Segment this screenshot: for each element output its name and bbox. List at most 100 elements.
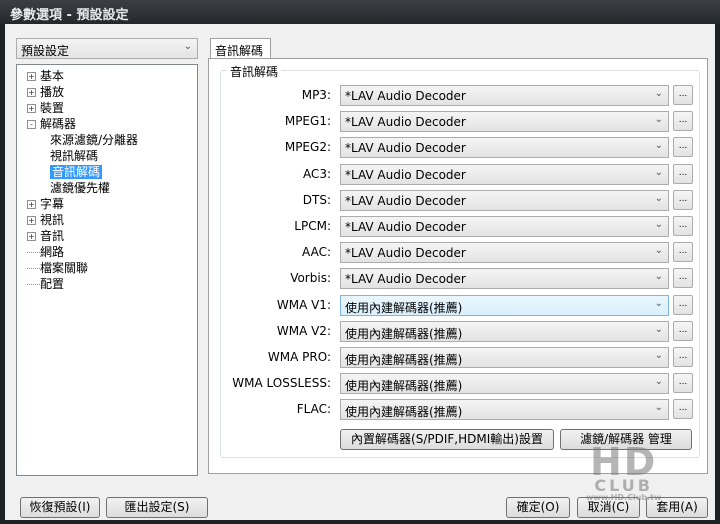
tree-item-label: 解碼器	[40, 117, 77, 131]
chevron-down-icon: ⌄	[654, 350, 663, 361]
codec-label: FLAC:	[296, 402, 331, 417]
decoder-select-value: 使用內建解碼器(推薦)	[345, 405, 463, 420]
decoder-select-value: 使用內建解碼器(推薦)	[345, 326, 463, 341]
decoder-select-value: *LAV Audio Decoder	[345, 167, 466, 182]
expand-icon[interactable]: +	[27, 88, 36, 97]
tree-item-label: 基本	[40, 69, 65, 83]
decoder-select[interactable]: *LAV Audio Decoder ⌄	[340, 189, 669, 211]
decoder-options-button[interactable]: ...	[673, 294, 693, 315]
codec-label: LPCM:	[294, 219, 331, 233]
tree-item[interactable]: - 解碼器	[27, 116, 76, 132]
chevron-down-icon: ⌄	[654, 114, 663, 126]
tree-item-label: 檔案關聯	[40, 261, 89, 275]
decoder-select[interactable]: *LAV Audio Decoder ⌄	[340, 111, 669, 133]
decoder-select[interactable]: 使用內建解碼器(推薦) ⌄	[340, 320, 669, 342]
decoder-options-button[interactable]: ...	[673, 189, 693, 210]
decoder-options-button[interactable]: ...	[673, 268, 693, 289]
tree-item[interactable]: + 音訊	[27, 228, 64, 244]
chevron-down-icon: ⌄	[183, 41, 192, 52]
tree-item[interactable]: 檔案關聯	[27, 260, 88, 276]
profile-select[interactable]: 預設設定 ⌄	[16, 38, 198, 59]
tree-line	[27, 284, 40, 285]
chevron-down-icon: ⌄	[654, 376, 663, 388]
settings-tree[interactable]: + 基本 + 播放 + 裝置 - 解碼器 來源濾鏡/分離器 視訊解碼 音訊解碼 濾鏡優先權 + 字幕 + 視訊…	[16, 64, 198, 476]
tree-item-label: 來源濾鏡/分離器	[50, 133, 139, 147]
tree-item[interactable]: + 視訊	[27, 212, 64, 228]
tree-item-label: 裝置	[40, 101, 65, 115]
restore-defaults-button[interactable]: 恢復預設(I)	[20, 497, 100, 518]
codec-label: DTS:	[302, 192, 331, 207]
ok-button[interactable]: 確定(O)	[506, 497, 570, 518]
expand-icon[interactable]: +	[27, 200, 36, 209]
codec-label: MP3:	[301, 88, 331, 102]
tree-line	[27, 268, 40, 269]
decoder-options-button[interactable]: ...	[673, 373, 693, 394]
decoder-options-button[interactable]: ...	[673, 85, 693, 105]
tab-audio-decoder[interactable]: 音訊解碼	[210, 38, 271, 59]
chevron-down-icon: ⌄	[654, 402, 663, 414]
decoder-select-value: *LAV Audio Decoder	[345, 115, 466, 130]
filter-manager-button[interactable]: 濾鏡/解碼器 管理	[560, 429, 692, 450]
decoder-options-button[interactable]: ...	[673, 347, 693, 367]
tree-item[interactable]: 來源濾鏡/分離器	[50, 132, 138, 148]
tree-item[interactable]: + 基本	[27, 68, 64, 84]
decoder-select-value: *LAV Audio Decoder	[345, 141, 466, 156]
decoder-select[interactable]: *LAV Audio Decoder ⌄	[340, 163, 669, 185]
decoder-select[interactable]: 使用內建解碼器(推薦) ⌄	[340, 294, 669, 316]
tree-item[interactable]: 配置	[27, 276, 64, 292]
codec-label: AAC:	[302, 245, 331, 260]
codec-label: AC3:	[302, 166, 331, 181]
tree-item-label: 字幕	[40, 197, 65, 211]
group-title: 音訊解碼	[227, 63, 282, 80]
chevron-down-icon: ⌄	[654, 271, 663, 283]
expand-icon[interactable]: +	[27, 232, 36, 241]
tree-item[interactable]: 濾鏡優先權	[50, 180, 110, 196]
decoder-options-button[interactable]: ...	[673, 242, 693, 263]
chevron-down-icon: ⌄	[654, 192, 663, 204]
tree-item[interactable]: 網路	[27, 244, 64, 260]
tree-item-label: 播放	[40, 85, 65, 99]
audio-decoder-group: 音訊解碼 MP3: *LAV Audio Decoder ⌄... MPEG1: *LA…	[220, 63, 700, 458]
decoder-options-button[interactable]: ...	[673, 216, 693, 236]
tree-item[interactable]: + 播放	[27, 84, 64, 100]
decoder-select[interactable]: *LAV Audio Decoder ⌄	[340, 137, 669, 159]
decoder-select[interactable]: *LAV Audio Decoder ⌄	[340, 216, 669, 237]
codec-label: WMA LOSSLESS:	[232, 376, 331, 391]
codec-label: MPEG2:	[284, 140, 331, 155]
builtin-decoder-settings-button[interactable]: 內置解碼器(S/PDIF,HDMI輸出)設置	[340, 429, 554, 450]
window-title: 參數選項 - 預設設定	[0, 0, 720, 24]
profile-select-value: 預設設定	[21, 44, 70, 58]
tree-item[interactable]: + 字幕	[27, 196, 64, 212]
collapse-icon[interactable]: -	[27, 120, 36, 129]
chevron-down-icon: ⌄	[654, 140, 663, 152]
decoder-options-button[interactable]: ...	[673, 163, 693, 184]
tree-item-label: 視訊解碼	[50, 149, 99, 163]
tree-line	[27, 252, 40, 253]
export-settings-button[interactable]: 匯出設定(S)	[106, 497, 208, 518]
decoder-select[interactable]: 使用內建解碼器(推薦) ⌄	[340, 373, 669, 395]
expand-icon[interactable]: +	[27, 72, 36, 81]
expand-icon[interactable]: +	[27, 104, 36, 113]
tree-item[interactable]: 視訊解碼	[50, 148, 98, 164]
decoder-select-value: *LAV Audio Decoder	[345, 272, 466, 287]
expand-icon[interactable]: +	[27, 216, 36, 225]
decoder-options-button[interactable]: ...	[673, 137, 693, 158]
decoder-select[interactable]: 使用內建解碼器(推薦) ⌄	[340, 399, 669, 421]
decoder-select-value: *LAV Audio Decoder	[345, 193, 466, 208]
decoder-options-button[interactable]: ...	[673, 399, 693, 420]
decoder-options-button[interactable]: ...	[673, 111, 693, 132]
decoder-select[interactable]: *LAV Audio Decoder ⌄	[340, 268, 669, 290]
tree-item-label: 音訊	[40, 229, 65, 243]
decoder-select-value: *LAV Audio Decoder	[345, 220, 466, 234]
tree-item[interactable]: + 裝置	[27, 100, 64, 116]
codec-label: Vorbis:	[290, 271, 331, 286]
cancel-button[interactable]: 取消(C)	[577, 497, 640, 518]
decoder-select-value: 使用內建解碼器(推薦)	[345, 379, 463, 394]
tree-item[interactable]: 音訊解碼	[50, 164, 103, 180]
decoder-select[interactable]: 使用內建解碼器(推薦) ⌄	[340, 347, 669, 368]
decoder-select[interactable]: *LAV Audio Decoder ⌄	[340, 85, 669, 106]
apply-button[interactable]: 套用(A)	[646, 497, 708, 518]
decoder-select-value: *LAV Audio Decoder	[345, 246, 466, 261]
decoder-options-button[interactable]: ...	[673, 320, 693, 341]
decoder-select[interactable]: *LAV Audio Decoder ⌄	[340, 242, 669, 264]
